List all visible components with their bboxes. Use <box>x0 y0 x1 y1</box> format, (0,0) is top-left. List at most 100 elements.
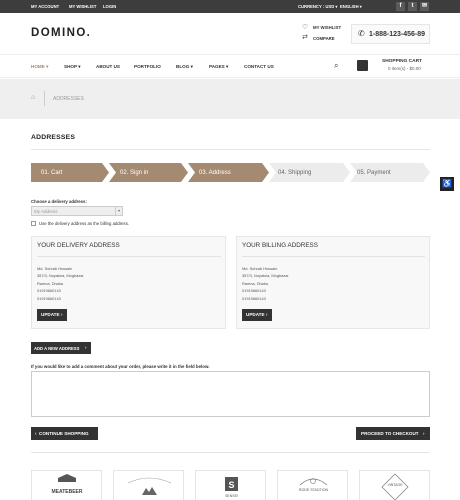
top-wishlist-link[interactable]: MY WISHLIST <box>69 4 96 9</box>
divider <box>37 256 221 257</box>
step-payment-label: 05. Payment <box>357 170 391 176</box>
nav-item-label: CONTACT US <box>244 64 274 69</box>
nav-item-home[interactable]: HOME ▾ <box>31 64 48 70</box>
nav-item-portfolio[interactable]: PORTFOLIO <box>134 64 161 69</box>
delivery-address-select[interactable]: My Address ▾ <box>31 206 123 216</box>
billing-address-title: YOUR BILLING ADDRESS <box>242 242 318 249</box>
step-sign-in-label: 02. Sign in <box>120 170 149 176</box>
address-line: Ramna, Dhaka <box>242 281 268 286</box>
login-link[interactable]: LOGIN <box>103 4 116 9</box>
proceed-to-checkout-button[interactable]: PROCEED TO CHECKOUT › <box>356 427 430 440</box>
brand-logo[interactable]: S SENSEI <box>195 470 266 500</box>
main-nav: HOME ▾ SHOP ▾ ABOUT US PORTFOLIO BLOG ▾ … <box>0 54 460 78</box>
home-icon[interactable]: ⌂ <box>31 94 35 101</box>
brand-name: RODE STADTION <box>299 488 329 492</box>
nav-item-blog[interactable]: BLOG ▾ <box>176 64 193 70</box>
update-label: UPDATE <box>41 312 60 317</box>
cart-title[interactable]: SHOPPING CART <box>382 59 422 64</box>
search-icon[interactable]: ⌕ <box>334 61 338 71</box>
step-cart-label: 01. Cart <box>41 170 63 176</box>
continue-shopping-button[interactable]: ‹ CONTINUE SHOPPING <box>31 427 98 440</box>
address-line: 01919660143 <box>242 296 266 301</box>
choose-address-label: Choose a delivery address: <box>31 199 87 204</box>
nav-item-contact-us[interactable]: CONTACT US <box>244 64 274 69</box>
mountain-logo <box>127 477 172 495</box>
divider <box>31 452 430 453</box>
nav-item-label: PAGES <box>209 64 225 69</box>
nav-item-about-us[interactable]: ABOUT US <box>96 64 120 69</box>
update-delivery-button[interactable]: UPDATE › <box>37 309 67 321</box>
billing-address-box: YOUR BILLING ADDRESS Md. Sohrab Hossain … <box>236 236 430 329</box>
chevron-down-icon: ▾ <box>190 64 193 69</box>
currency-label: CURRENCY : USD <box>298 4 335 9</box>
brand-name: VINTAGE <box>387 483 403 487</box>
breadcrumb: ⌂ ADDRESSES <box>0 79 460 119</box>
add-new-address-button[interactable]: ADD A NEW ADDRESS › <box>31 342 91 354</box>
divider <box>31 149 430 150</box>
chevron-right-icon: › <box>61 312 63 317</box>
address-line: Md. Sohrab Hossain <box>37 266 73 271</box>
svg-text:S: S <box>228 480 234 490</box>
chevron-right-icon: › <box>266 312 268 317</box>
chevron-left-icon: ‹ <box>35 430 37 436</box>
divider <box>242 256 425 257</box>
nav-item-label: BLOG <box>176 64 190 69</box>
continue-shopping-label: CONTINUE SHOPPING <box>39 431 89 436</box>
shopping-bag-icon[interactable] <box>357 60 368 71</box>
nav-item-shop[interactable]: SHOP ▾ <box>64 64 81 70</box>
update-billing-button[interactable]: UPDATE › <box>242 309 272 321</box>
same-address-checkbox[interactable] <box>31 221 36 226</box>
proceed-to-checkout-label: PROCEED TO CHECKOUT <box>361 431 419 436</box>
brand-logo[interactable]: MEATEBEER <box>31 470 102 500</box>
brand-sensei-logo: S SENSEI <box>225 477 238 498</box>
breadcrumb-current: ADDRESSES <box>53 96 84 102</box>
order-comment-textarea[interactable] <box>31 371 430 417</box>
chevron-down-icon: ▾ <box>46 64 49 69</box>
nav-item-pages[interactable]: PAGES ▾ <box>209 64 228 70</box>
brand-meatebeer-logo: MEATEBEER <box>51 474 83 495</box>
address-line: 01919660143 <box>37 288 61 293</box>
brand-logo[interactable] <box>113 470 184 500</box>
brand-name: MEATEBEER <box>51 489 82 495</box>
add-new-address-label: ADD A NEW ADDRESS <box>34 345 80 351</box>
accessibility-icon[interactable]: ♿ <box>440 177 454 191</box>
delivery-address-box: YOUR DELIVERY ADDRESS Md. Sohrab Hossain… <box>31 236 226 329</box>
compare-link[interactable]: COMPARE <box>313 36 335 41</box>
chevron-down-icon: ▾ <box>78 64 81 69</box>
chevron-right-icon: › <box>423 430 425 436</box>
my-account-link[interactable]: MY ACCOUNT <box>31 4 59 9</box>
header-wishlist-link[interactable]: MY WISHLIST <box>313 25 341 30</box>
phone-number: 1-888-123-456-89 <box>369 31 426 38</box>
facebook-icon[interactable]: f <box>396 2 405 11</box>
heart-icon: ♡ <box>302 24 309 31</box>
email-icon[interactable]: ✉ <box>420 2 429 11</box>
address-line: Md. Sohrab Hossain <box>242 266 278 271</box>
language-selector[interactable]: ENGLISH ▾ <box>340 4 362 9</box>
cart-summary[interactable]: 0 item(s) - $0.00 <box>388 66 421 71</box>
brand-name: SENSEI <box>225 494 238 498</box>
twitter-icon[interactable]: t <box>408 2 417 11</box>
address-line: 01919660143 <box>37 296 61 301</box>
breadcrumb-divider <box>44 91 45 106</box>
nav-item-label: PORTFOLIO <box>134 64 161 69</box>
address-line: 357/3, Noyatola, Mogbazar <box>242 273 289 278</box>
delivery-address-value: My Address <box>34 209 58 214</box>
brand-logo[interactable]: VINTAGE <box>359 470 430 500</box>
currency-selector[interactable]: CURRENCY : USD ▾ <box>298 4 337 9</box>
chevron-down-icon: ▾ <box>226 64 229 69</box>
phone-box: ✆ 1-888-123-456-89 <box>351 24 430 44</box>
nav-item-label: HOME <box>31 64 45 69</box>
address-line: 01919660143 <box>242 288 266 293</box>
phone-icon: ✆ <box>358 29 365 38</box>
brand-logo[interactable]: RODE STADTION <box>277 470 348 500</box>
page-title: ADDRESSES <box>31 134 76 141</box>
nav-item-label: SHOP <box>64 64 77 69</box>
brand-rode-stadtion-logo: RODE STADTION <box>299 478 329 492</box>
same-address-label: Use the delivery address as the billing … <box>39 221 130 226</box>
comment-label: If you would like to add a comment about… <box>31 364 210 369</box>
language-label: ENGLISH <box>340 4 359 9</box>
chevron-right-icon: › <box>85 345 87 350</box>
delivery-address-title: YOUR DELIVERY ADDRESS <box>37 242 120 249</box>
site-logo[interactable]: DOMINO. <box>31 27 91 39</box>
address-line: Ramna, Dhaka <box>37 281 63 286</box>
